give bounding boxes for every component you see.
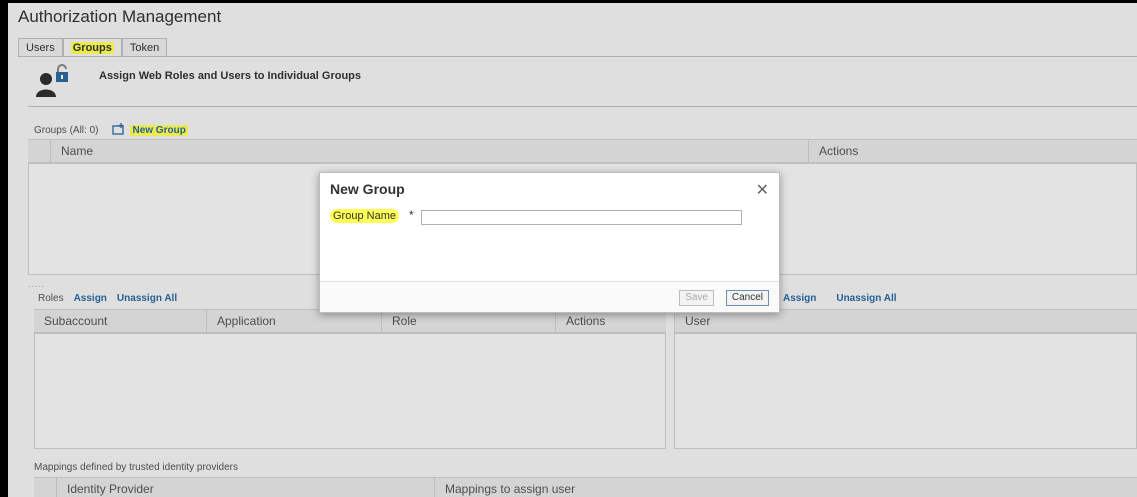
group-name-label: Group Name <box>330 209 399 223</box>
dialog-title: New Group <box>330 181 405 197</box>
app-screen: Authorization Management Users Groups To… <box>8 3 1137 497</box>
save-button[interactable]: Save <box>679 290 714 306</box>
required-marker: * <box>409 208 414 222</box>
cancel-button[interactable]: Cancel <box>725 290 769 306</box>
new-group-dialog: New Group ✕ Group Name * Save Cancel <box>319 172 780 313</box>
dialog-footer: Save Cancel <box>320 281 779 312</box>
close-icon[interactable]: ✕ <box>756 180 769 200</box>
group-name-input[interactable] <box>421 210 742 225</box>
